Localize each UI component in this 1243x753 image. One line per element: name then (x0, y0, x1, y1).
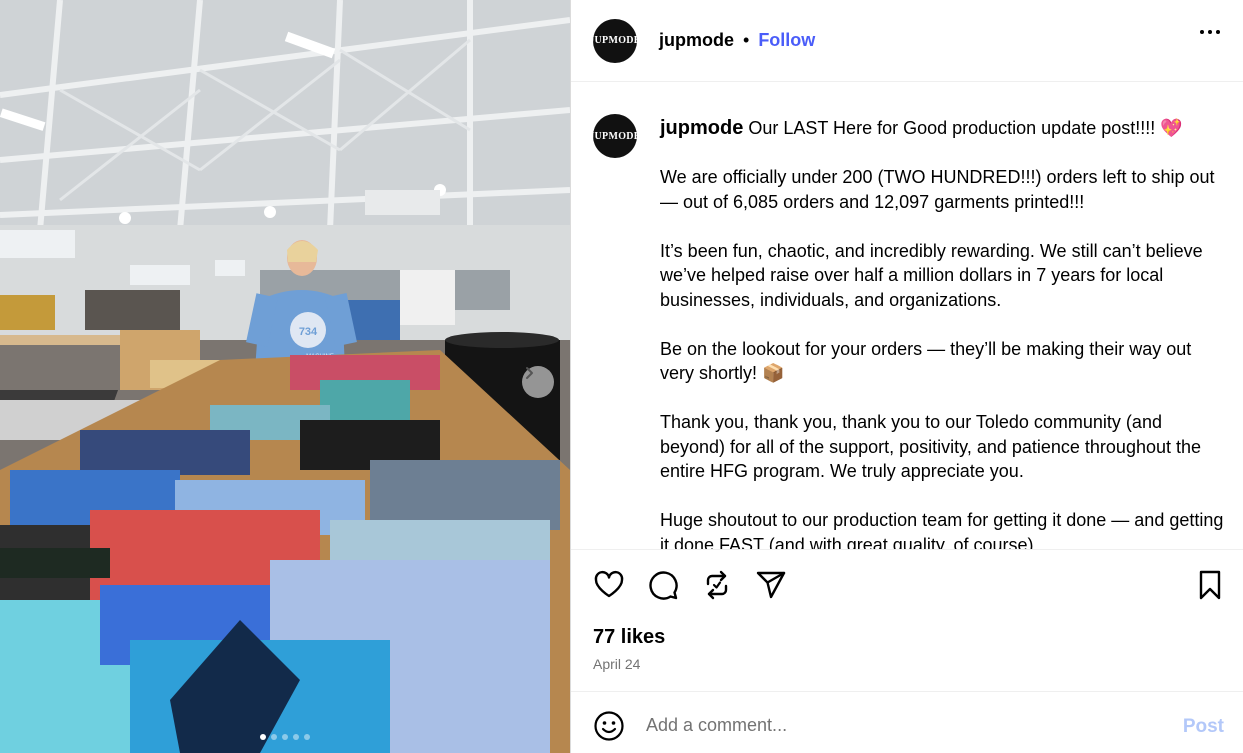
header-separator: • (743, 30, 750, 50)
caption-username[interactable]: jupmode (660, 117, 743, 139)
heart-icon[interactable] (593, 569, 625, 601)
author-username[interactable]: jupmode (659, 30, 734, 51)
post-photo[interactable]: 734 MACHINE (0, 0, 570, 753)
caption-paragraph: Be on the lookout for your orders — they… (660, 338, 1192, 384)
carousel-dot-active (260, 734, 266, 740)
caption-paragraph: We are officially under 200 (TWO HUNDRED… (660, 167, 1215, 212)
emoji-icon[interactable] (593, 710, 625, 742)
post-comment-button[interactable]: Post (1183, 716, 1224, 738)
comment-bar: Post (571, 691, 1243, 753)
carousel-dot (293, 734, 299, 740)
caption-section: JUPMODE jupmode Our LAST Here for Good p… (571, 83, 1243, 549)
caption-paragraph: Thank you, thank you, thank you to our T… (660, 412, 1202, 481)
share-icon[interactable] (755, 569, 787, 601)
post-actions: 77 likes April 24 (571, 549, 1243, 691)
post-caption: jupmode Our LAST Here for Good productio… (660, 116, 1230, 549)
warehouse-scene: 734 MACHINE (0, 0, 570, 753)
avatar-logo-text: JUPMODE (589, 130, 641, 142)
caption-paragraph: It’s been fun, chaotic, and incredibly r… (660, 240, 1203, 310)
more-horizontal-icon (1200, 30, 1204, 34)
carousel-indicator (0, 734, 570, 740)
shirt-print-number: 734 (299, 326, 318, 338)
carousel-dot (282, 734, 288, 740)
avatar-logo-text: JUPMODE (589, 35, 641, 46)
caption-paragraph: Huge shoutout to our production team for… (660, 510, 1224, 549)
post-header: JUPMODE jupmode • Follow (571, 0, 1243, 82)
carousel-dot (271, 734, 277, 740)
bookmark-icon[interactable] (1194, 569, 1226, 601)
caption-author-avatar[interactable]: JUPMODE (589, 114, 640, 158)
comment-input[interactable] (646, 710, 1166, 740)
next-photo-button[interactable] (522, 366, 554, 398)
chevron-right-icon (526, 367, 533, 379)
repost-icon[interactable] (701, 569, 733, 601)
carousel-dot (304, 734, 310, 740)
follow-button[interactable]: Follow (758, 30, 815, 51)
more-options-button[interactable] (1200, 30, 1220, 34)
post-side-panel: JUPMODE jupmode • Follow JUPMODE jupmode… (570, 0, 1243, 753)
post-date[interactable]: April 24 (593, 656, 640, 672)
author-avatar[interactable]: JUPMODE (589, 18, 640, 63)
comment-icon[interactable] (647, 569, 679, 601)
caption-lead: Our LAST Here for Good production update… (748, 118, 1183, 138)
like-count[interactable]: 77 likes (593, 626, 665, 649)
